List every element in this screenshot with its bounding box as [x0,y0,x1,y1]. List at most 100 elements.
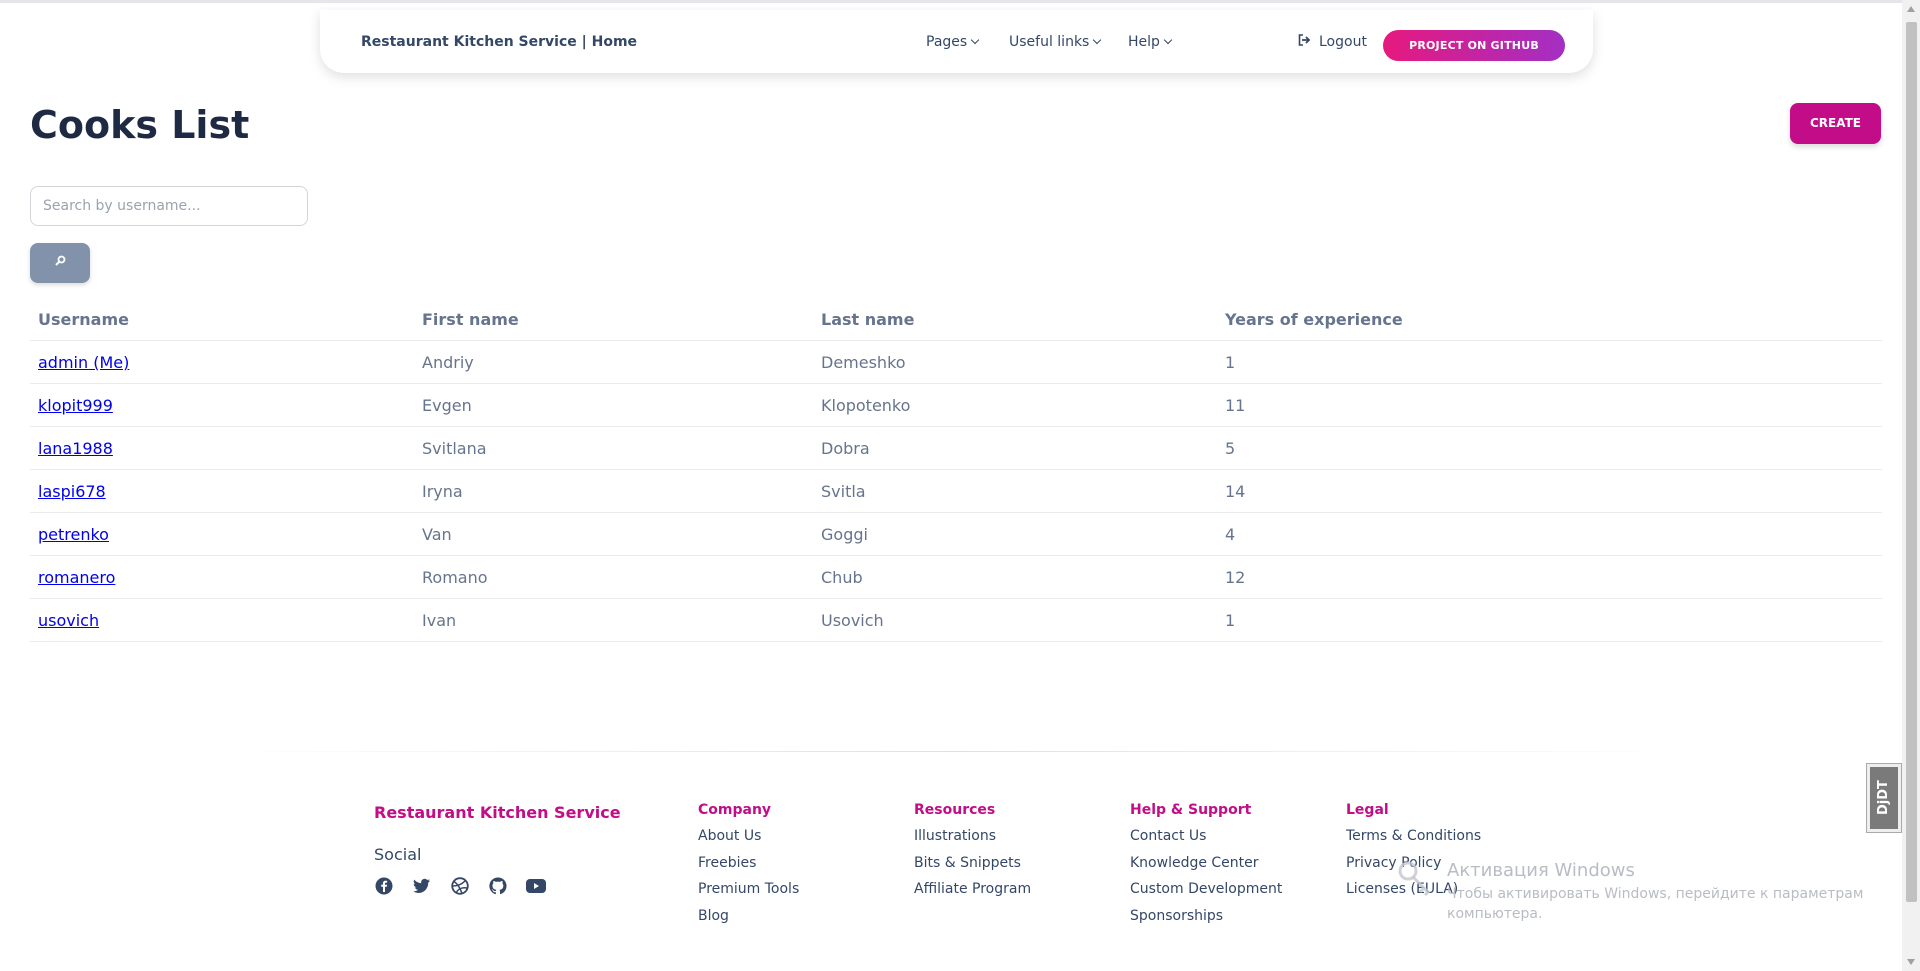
scroll-up-arrow-icon[interactable] [1907,6,1915,12]
first-name-cell: Svitlana [422,439,487,458]
table-row: lana1988 Svitlana Dobra 5 [30,427,1882,470]
last-name-cell: Usovich [821,611,884,630]
username-link[interactable]: romanero [38,568,115,587]
chevron-down-icon [1093,35,1102,45]
first-name-cell: Iryna [422,482,463,501]
years-cell: 11 [1225,396,1246,415]
footer-divider [225,751,1685,752]
search-icon [54,255,66,271]
footer-link[interactable]: Blog [698,906,799,933]
dribbble-icon[interactable] [450,876,470,896]
chevron-down-icon [970,35,980,45]
username-link[interactable]: klopit999 [38,396,113,415]
username-link[interactable]: admin (Me) [38,353,129,372]
youtube-icon[interactable] [526,876,546,896]
footer-heading: Resources [914,802,996,818]
logout-label: Logout [1319,34,1367,50]
footer-link[interactable]: About Us [698,826,799,853]
windows-activation-title: Активация Windows [1447,860,1635,881]
username-link[interactable]: petrenko [38,525,109,544]
header-username: Username [38,310,129,329]
username-link[interactable]: lana1988 [38,439,113,458]
sign-out-icon [1298,34,1311,50]
footer-brand[interactable]: Restaurant Kitchen Service [374,803,621,822]
header-first-name: First name [422,310,519,329]
windows-activation-subtitle: Чтобы активировать Windows, перейдите к … [1447,886,1864,922]
table-body: admin (Me) Andriy Demeshko 1 klopit999 Evgen K… [30,341,1882,642]
github-icon[interactable] [488,876,508,896]
nav-useful-links-label: Useful links [1009,34,1090,50]
footer-column-company: Company About Us Freebies Premium Tools … [698,802,799,932]
years-cell: 14 [1225,482,1246,501]
username-link[interactable]: laspi678 [38,482,106,501]
footer-column-help-support: Help & Support Contact Us Knowledge Cent… [1130,802,1282,932]
first-name-cell: Van [422,525,452,544]
nav-pages-label: Pages [926,34,968,50]
footer-link[interactable]: Affiliate Program [914,879,1031,906]
nav-help-label: Help [1128,34,1160,50]
table-row: petrenko Van Goggi 4 [30,513,1882,556]
first-name-cell: Ivan [422,611,457,630]
chevron-down-icon [1163,35,1173,45]
table-row: laspi678 Iryna Svitla 14 [30,470,1882,513]
first-name-cell: Romano [422,568,488,587]
table-row: klopit999 Evgen Klopotenko 11 [30,384,1882,427]
footer-link[interactable]: Illustrations [914,826,1031,853]
username-link[interactable]: usovich [38,611,99,630]
logout-link[interactable]: Logout [1298,34,1367,50]
footer-heading: Help & Support [1130,802,1252,818]
nav-useful-links-dropdown[interactable]: Useful links [1009,34,1102,50]
footer-link[interactable]: Sponsorships [1130,906,1282,933]
header-last-name: Last name [821,310,915,329]
page-title: Cooks List [30,103,250,147]
nav-help-dropdown[interactable]: Help [1128,34,1173,50]
header-years-of-experience: Years of experience [1225,310,1403,329]
footer-link[interactable]: Knowledge Center [1130,853,1282,880]
cooks-table: Username First name Last name Years of e… [30,303,1882,642]
table-row: romanero Romano Chub 12 [30,556,1882,599]
last-name-cell: Svitla [821,482,866,501]
vertical-scrollbar[interactable] [1902,0,1920,971]
table-row: admin (Me) Andriy Demeshko 1 [30,341,1882,384]
search-input[interactable] [30,186,308,226]
footer-link[interactable]: Terms & Conditions [1346,826,1481,853]
last-name-cell: Chub [821,568,863,587]
last-name-cell: Klopotenko [821,396,911,415]
social-icons [374,876,546,896]
key-icon [1394,858,1438,902]
footer-column-resources: Resources Illustrations Bits & Snippets … [914,802,1031,906]
first-name-cell: Evgen [422,396,472,415]
debug-toolbar-handle[interactable]: DjDT [1866,763,1902,833]
years-cell: 5 [1225,439,1236,458]
last-name-cell: Goggi [821,525,868,544]
debug-toolbar-label: DjDT [1870,767,1898,829]
navbar-brand[interactable]: Restaurant Kitchen Service | Home [361,34,637,50]
table-header: Username First name Last name Years of e… [30,303,1882,341]
table-row: usovich Ivan Usovich 1 [30,599,1882,642]
footer-heading: Company [698,802,772,818]
facebook-icon[interactable] [374,876,394,896]
years-cell: 1 [1225,353,1236,372]
last-name-cell: Demeshko [821,353,906,372]
footer-link[interactable]: Custom Development [1130,879,1282,906]
last-name-cell: Dobra [821,439,870,458]
search-button[interactable] [30,243,90,283]
years-cell: 12 [1225,568,1246,587]
years-cell: 1 [1225,611,1236,630]
project-on-github-button[interactable]: Project on Github [1383,30,1565,61]
social-label: Social [374,845,422,864]
navbar: Restaurant Kitchen Service | Home Pages … [320,10,1593,73]
scroll-down-arrow-icon[interactable] [1907,959,1915,965]
scrollbar-thumb[interactable] [1906,22,1917,902]
first-name-cell: Andriy [422,353,474,372]
footer-link[interactable]: Premium Tools [698,879,799,906]
footer-link[interactable]: Freebies [698,853,799,880]
twitter-icon[interactable] [412,876,432,896]
footer-link[interactable]: Contact Us [1130,826,1282,853]
footer-link[interactable]: Bits & Snippets [914,853,1031,880]
create-button[interactable]: CREATE [1790,103,1881,144]
top-border [0,0,1902,3]
nav-pages-dropdown[interactable]: Pages [926,34,980,50]
footer-heading: Legal [1346,802,1389,818]
years-cell: 4 [1225,525,1236,544]
